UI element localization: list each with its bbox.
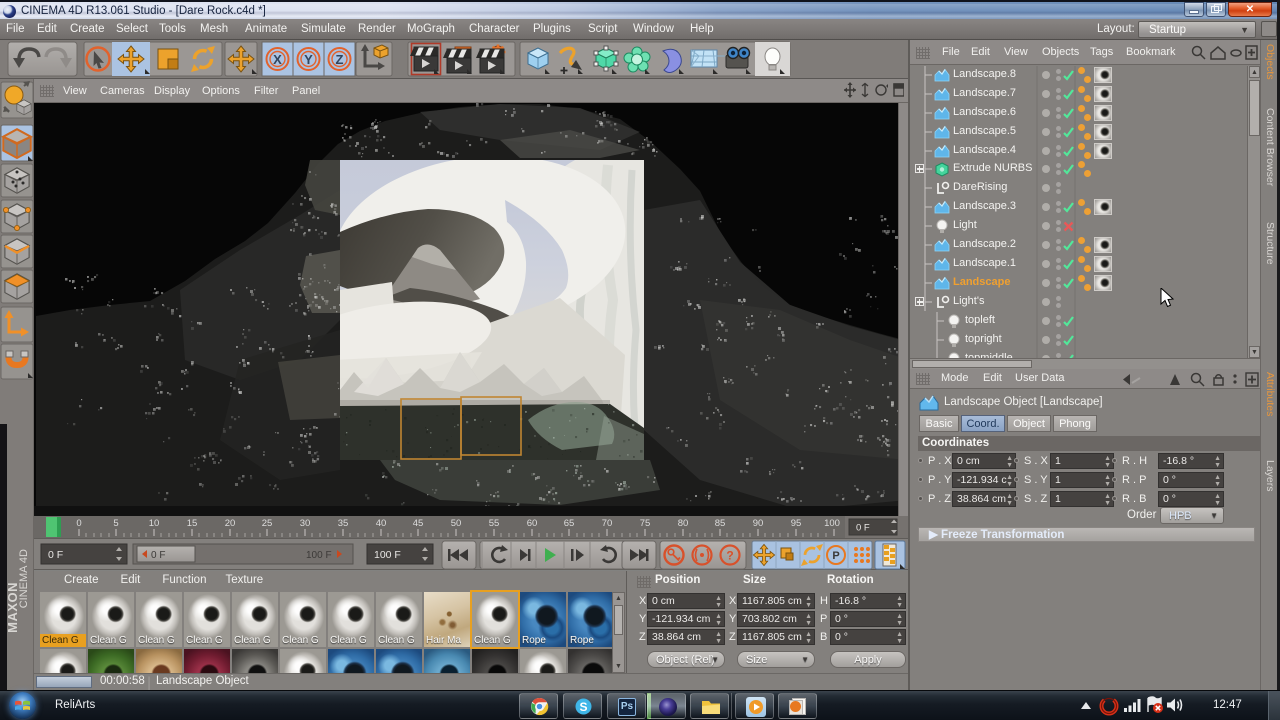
- svg-text:65: 65: [564, 518, 575, 529]
- svg-text:10: 10: [149, 518, 160, 529]
- svg-text:5: 5: [113, 518, 118, 529]
- svg-text:55: 55: [489, 518, 500, 529]
- svg-text:0 F: 0 F: [856, 523, 870, 534]
- svg-text:20: 20: [225, 518, 236, 529]
- svg-text:100 F: 100 F: [306, 550, 332, 561]
- svg-text:P: P: [832, 550, 839, 562]
- svg-text:0 F: 0 F: [151, 550, 165, 561]
- svg-text:50: 50: [451, 518, 462, 529]
- svg-text:0: 0: [76, 518, 81, 529]
- svg-text:15: 15: [187, 518, 198, 529]
- svg-text:100: 100: [824, 518, 840, 529]
- svg-text:X: X: [273, 52, 282, 67]
- svg-text:?: ?: [726, 549, 733, 563]
- svg-text:85: 85: [715, 518, 726, 529]
- svg-text:95: 95: [791, 518, 802, 529]
- svg-text:25: 25: [262, 518, 273, 529]
- svg-text:75: 75: [640, 518, 651, 529]
- svg-text:40: 40: [376, 518, 387, 529]
- svg-text:60: 60: [527, 518, 538, 529]
- svg-text:90: 90: [753, 518, 764, 529]
- svg-text:S: S: [579, 700, 587, 714]
- svg-text:100 F: 100 F: [374, 549, 401, 561]
- svg-text:35: 35: [338, 518, 349, 529]
- svg-text:80: 80: [678, 518, 689, 529]
- svg-text:Y: Y: [304, 52, 313, 67]
- svg-text:Z: Z: [336, 52, 344, 67]
- svg-text:70: 70: [602, 518, 613, 529]
- svg-text:0 F: 0 F: [48, 549, 63, 561]
- svg-text:30: 30: [300, 518, 311, 529]
- svg-text:45: 45: [413, 518, 424, 529]
